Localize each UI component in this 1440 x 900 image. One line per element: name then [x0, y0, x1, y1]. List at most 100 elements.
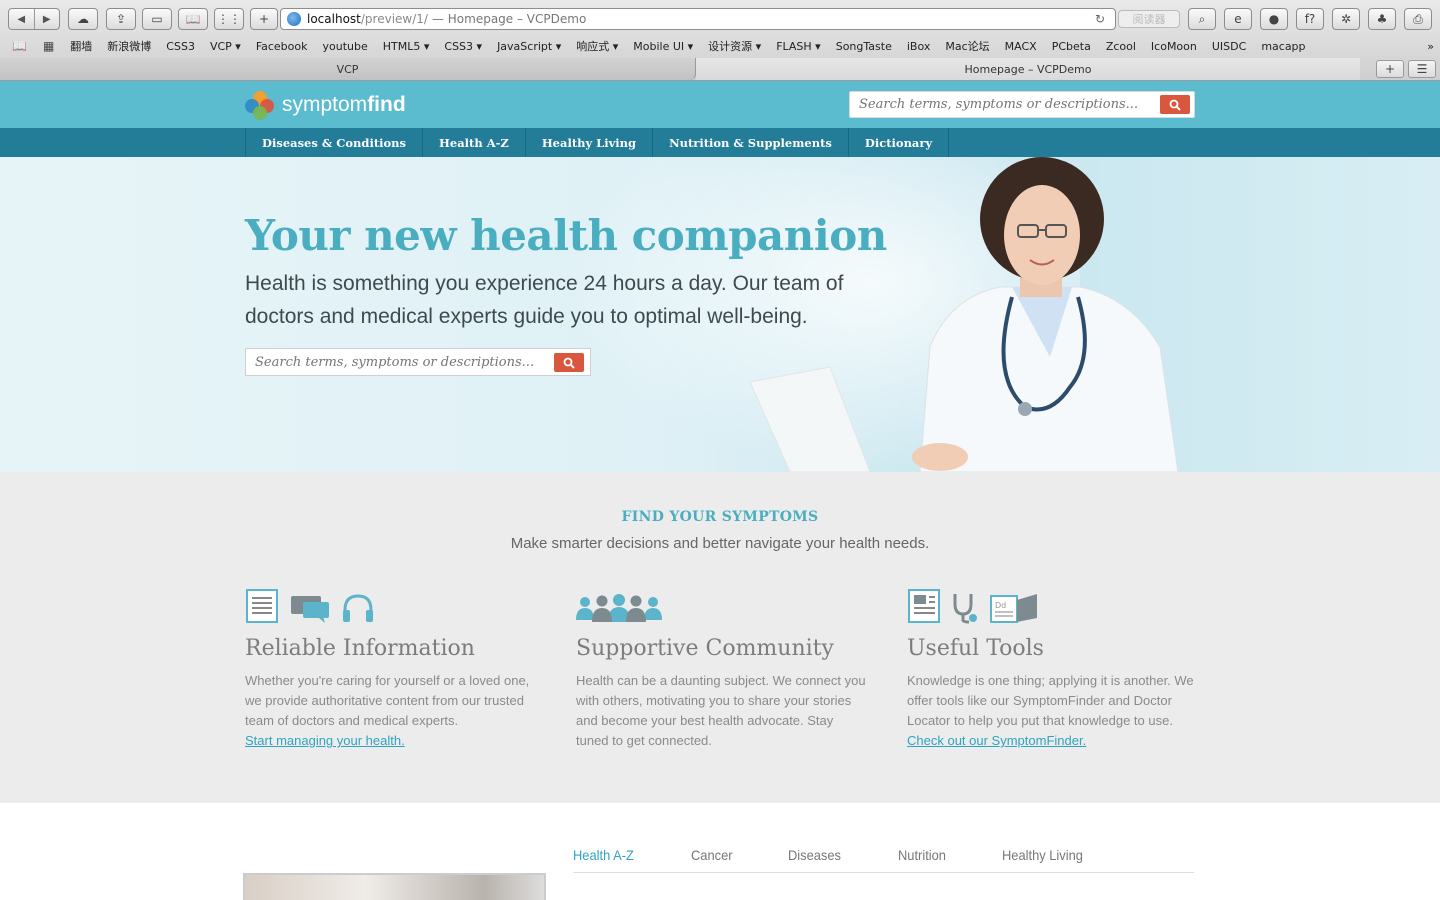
tab-overview-icon[interactable]: ☰: [1408, 60, 1436, 78]
tab-health-a-z[interactable]: Health A-Z: [573, 847, 634, 872]
find-symptoms-section: FIND YOUR SYMPTOMS Make smarter decision…: [0, 472, 1440, 803]
tab-vcp[interactable]: VCP: [0, 58, 696, 80]
feature-icons: [245, 584, 535, 624]
site-header: symptomfind: [0, 81, 1440, 128]
new-tab-plus-icon[interactable]: +: [1376, 60, 1404, 78]
extension-font-icon[interactable]: f?: [1296, 8, 1324, 30]
tab-cancer[interactable]: Cancer: [691, 847, 733, 872]
bookmark-item[interactable]: 新浪微博: [107, 38, 151, 54]
bookmark-item[interactable]: MACX: [1005, 40, 1037, 53]
forward-arrow-icon[interactable]: ▶: [35, 9, 60, 29]
hero-search-button[interactable]: [554, 353, 584, 372]
bookmark-item[interactable]: 翻墙: [70, 38, 92, 54]
extension-ie-icon[interactable]: e: [1224, 8, 1252, 30]
symptomfinder-link[interactable]: Check out our SymptomFinder.: [907, 731, 1197, 751]
bookmark-item[interactable]: SongTaste: [836, 40, 892, 53]
feature-reliable-information: Reliable Information Whether you're cari…: [245, 584, 535, 751]
browser-toolbar: ◀ ▶ ☁ ⇪ ▭ 📖 ⋮⋮ + localhost /preview/1/ —…: [0, 4, 1440, 34]
search-icon: [1169, 99, 1181, 111]
feature-text: Health can be a daunting subject. We con…: [576, 673, 866, 748]
feature-supportive-community: Supportive Community Health can be a dau…: [576, 584, 866, 751]
bookmark-item[interactable]: CSS3 ▾: [444, 40, 482, 53]
nav-dictionary[interactable]: Dictionary: [849, 128, 950, 157]
extension-gear-icon[interactable]: ✲: [1332, 8, 1360, 30]
header-search: [849, 91, 1195, 118]
article-heading-cutoff: [578, 895, 998, 900]
reading-list-icon[interactable]: ▭: [142, 8, 172, 30]
bookmark-item[interactable]: VCP ▾: [210, 40, 241, 53]
feature-useful-tools: Dd Useful Tools Knowledge is one thing; …: [907, 584, 1197, 751]
hero: Your new health companion Health is some…: [0, 157, 1440, 472]
bookmark-item[interactable]: FLASH ▾: [776, 40, 821, 53]
icloud-icon[interactable]: ☁: [68, 8, 98, 30]
nav-diseases-conditions[interactable]: Diseases & Conditions: [246, 128, 424, 157]
bookmark-item[interactable]: Zcool: [1106, 40, 1136, 53]
community-people-icon: [576, 594, 662, 622]
bookmark-item[interactable]: 响应式 ▾: [576, 38, 618, 54]
bookmarks-book-icon[interactable]: 📖: [12, 39, 27, 53]
doctor-photo: [750, 157, 1179, 472]
tab-healthy-living[interactable]: Healthy Living: [1002, 847, 1083, 872]
bookmark-item[interactable]: IcoMoon: [1151, 40, 1197, 53]
chat-bubbles-icon: [291, 596, 329, 623]
tab-bar: VCP Homepage – VCPDemo: [0, 58, 1440, 80]
new-tab-plus-icon[interactable]: +: [250, 8, 278, 30]
article-image: [243, 873, 546, 900]
header-search-input[interactable]: [850, 97, 1150, 112]
bookmark-item[interactable]: macapp: [1261, 40, 1305, 53]
back-arrow-icon[interactable]: ◀: [9, 9, 35, 29]
extension-record-icon[interactable]: ●: [1260, 8, 1288, 30]
feature-text: Knowledge is one thing; applying it is a…: [907, 673, 1194, 728]
nav-nutrition-supplements[interactable]: Nutrition & Supplements: [653, 128, 849, 157]
logo-mark-icon: [245, 91, 275, 120]
search-icon[interactable]: ⌕: [1188, 8, 1216, 30]
feature-title: Reliable Information: [245, 636, 475, 661]
address-bar[interactable]: localhost /preview/1/ — Homepage – VCPDe…: [280, 8, 1116, 30]
feature-title: Supportive Community: [576, 636, 834, 661]
share-icon[interactable]: ⇪: [106, 8, 136, 30]
browser-chrome: ◀ ▶ ☁ ⇪ ▭ 📖 ⋮⋮ + localhost /preview/1/ —…: [0, 0, 1440, 81]
start-managing-link[interactable]: Start managing your health.: [245, 731, 535, 751]
bookmarks-grid-icon[interactable]: ▦: [43, 39, 54, 53]
section-subtitle: Make smarter decisions and better naviga…: [510, 535, 930, 552]
stethoscope-icon: [953, 594, 977, 624]
bookmark-item[interactable]: PCbeta: [1052, 40, 1091, 53]
site-logo[interactable]: symptomfind: [245, 91, 406, 120]
tab-nutrition[interactable]: Nutrition: [898, 847, 946, 872]
headset-icon: [343, 594, 373, 622]
extension-tree-icon[interactable]: ♣: [1368, 8, 1396, 30]
print-icon[interactable]: ⎙: [1404, 8, 1432, 30]
bookmark-item[interactable]: JavaScript ▾: [497, 40, 561, 53]
back-forward-buttons[interactable]: ◀ ▶: [8, 8, 60, 30]
globe-icon: [287, 12, 301, 26]
topic-tabs: Health A-Z Cancer Diseases Nutrition Hea…: [573, 847, 1194, 873]
nav-health-a-z[interactable]: Health A-Z: [423, 128, 526, 157]
bookmark-item[interactable]: Facebook: [256, 40, 308, 53]
header-search-button[interactable]: [1160, 95, 1190, 114]
bookmark-item[interactable]: HTML5 ▾: [383, 40, 430, 53]
reader-button[interactable]: 阅读器: [1118, 10, 1180, 28]
top-sites-icon[interactable]: ⋮⋮: [214, 8, 244, 30]
feature-text: Whether you're caring for yourself or a …: [245, 673, 530, 728]
bookmark-item[interactable]: UISDC: [1212, 40, 1246, 53]
reload-icon[interactable]: ↻: [1095, 12, 1105, 26]
logo-text: symptomfind: [282, 93, 406, 116]
url-host: localhost: [307, 12, 361, 26]
bookmark-item[interactable]: Mac论坛: [945, 38, 989, 54]
bookmarks-icon[interactable]: 📖: [178, 8, 208, 30]
bookmark-item[interactable]: CSS3: [166, 40, 195, 53]
bookmark-item[interactable]: 设计资源 ▾: [708, 38, 761, 54]
feature-title: Useful Tools: [907, 636, 1044, 661]
bookmark-item[interactable]: iBox: [907, 40, 931, 53]
hero-search-input[interactable]: [246, 354, 546, 370]
nav-healthy-living[interactable]: Healthy Living: [526, 128, 654, 157]
section-title: FIND YOUR SYMPTOMS: [621, 509, 819, 525]
bookmark-item[interactable]: youtube: [323, 40, 368, 53]
url-path: /preview/1/: [360, 12, 428, 26]
bookmarks-overflow-icon[interactable]: »: [1427, 40, 1434, 53]
newspaper-icon: [908, 589, 940, 623]
content-section: Health A-Z Cancer Diseases Nutrition Hea…: [0, 803, 1440, 900]
tab-homepage[interactable]: Homepage – VCPDemo: [696, 58, 1360, 80]
tab-diseases[interactable]: Diseases: [788, 847, 841, 872]
bookmark-item[interactable]: Mobile UI ▾: [633, 40, 693, 53]
